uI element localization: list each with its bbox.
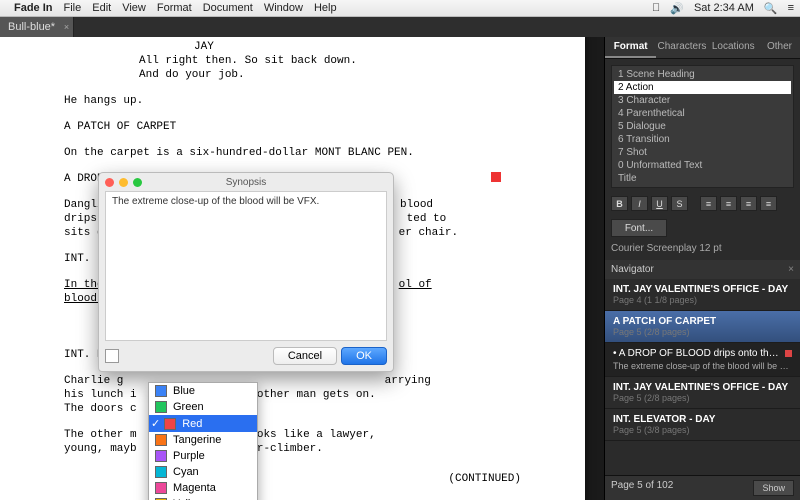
color-picker-menu: Blue Green ✓Red Tangerine Purple Cyan Ma… <box>148 382 258 500</box>
continued-marker: (CONTINUED) <box>64 472 521 486</box>
editor-area: JAY All right then. So sit back down. An… <box>0 37 604 500</box>
menu-format[interactable]: Format <box>157 2 192 14</box>
navigator-list: INT. JAY VALENTINE'S OFFICE - DAY Page 4… <box>605 279 800 475</box>
character-name: JAY <box>194 40 521 54</box>
underline-button[interactable]: U <box>651 196 668 211</box>
style-title[interactable]: Title <box>614 172 791 185</box>
audio-icon[interactable]: 🔊 <box>670 2 684 15</box>
note-marker-icon[interactable] <box>491 172 501 182</box>
tab-characters[interactable]: Characters <box>656 37 707 58</box>
document-tab-label: Bull-blue* <box>8 21 55 33</box>
style-shot[interactable]: 7 Shot <box>614 146 791 159</box>
tab-other[interactable]: Other <box>759 37 800 58</box>
zoom-window-icon[interactable] <box>133 178 142 187</box>
color-option-blue[interactable]: Blue <box>149 383 257 399</box>
style-transition[interactable]: 6 Transition <box>614 133 791 146</box>
document-tab-bar: Bull-blue* × <box>0 17 800 37</box>
synopsis-dialog: Synopsis The extreme close-up of the blo… <box>98 172 394 372</box>
color-option-red[interactable]: ✓Red <box>149 415 257 432</box>
show-button[interactable]: Show <box>753 480 794 496</box>
inspector-column: Format Characters Locations Other 1 Scen… <box>604 37 800 500</box>
action-fragment: ted to <box>407 213 447 225</box>
italic-button[interactable]: I <box>631 196 648 211</box>
menu-extras-icon[interactable]: ≡ <box>788 2 794 14</box>
action-fragment: er chair. <box>399 227 458 239</box>
align-left-button[interactable]: ≡ <box>700 196 717 211</box>
ok-button[interactable]: OK <box>341 347 387 365</box>
element-style-list: 1 Scene Heading 2 Action 3 Character 4 P… <box>611 65 794 188</box>
tab-format[interactable]: Format <box>605 37 656 58</box>
tab-locations[interactable]: Locations <box>708 37 759 58</box>
synopsis-text-input[interactable]: The extreme close-up of the blood will b… <box>105 191 387 341</box>
navigator-item[interactable]: INT. ELEVATOR - DAY Page 5 (3/8 pages) <box>605 409 800 441</box>
style-dialogue[interactable]: 5 Dialogue <box>614 120 791 133</box>
menu-edit[interactable]: Edit <box>92 2 111 14</box>
close-tab-icon[interactable]: × <box>64 22 69 32</box>
navigator-title: Navigator <box>611 264 654 275</box>
align-center-button[interactable]: ≡ <box>720 196 737 211</box>
menu-view[interactable]: View <box>122 2 146 14</box>
action-fragment: blood <box>400 199 433 211</box>
menu-window[interactable]: Window <box>264 2 303 14</box>
style-unformatted[interactable]: 0 Unformatted Text <box>614 159 791 172</box>
strike-button[interactable]: S <box>671 196 688 211</box>
action-fragment: The other m <box>64 429 137 441</box>
align-right-button[interactable]: ≡ <box>740 196 757 211</box>
color-swatch-button[interactable] <box>105 349 119 363</box>
spotlight-icon[interactable]: 🔍 <box>764 2 778 15</box>
align-justify-button[interactable]: ≡ <box>760 196 777 211</box>
dialogue-line: All right then. So sit back down. <box>139 54 419 68</box>
page-counter: Page 5 of 102 <box>611 480 673 496</box>
cancel-button[interactable]: Cancel <box>273 347 337 365</box>
navigator-item[interactable]: INT. JAY VALENTINE'S OFFICE - DAY Page 4… <box>605 279 800 311</box>
app-name[interactable]: Fade In <box>14 2 53 14</box>
menu-file[interactable]: File <box>64 2 82 14</box>
action-fragment: young, mayb <box>64 443 137 455</box>
menu-help[interactable]: Help <box>314 2 337 14</box>
bold-button[interactable]: B <box>611 196 628 211</box>
action-fragment: ol of <box>399 279 432 291</box>
font-info-label: Courier Screenplay 12 pt <box>611 243 794 254</box>
document-tab[interactable]: Bull-blue* × <box>0 17 74 37</box>
close-window-icon[interactable] <box>105 178 114 187</box>
action-fragment: Charlie g <box>64 375 123 387</box>
action-fragment: The doors c <box>64 402 521 416</box>
style-scene-heading[interactable]: 1 Scene Heading <box>614 68 791 81</box>
clock[interactable]: Sat 2:34 AM <box>694 2 754 14</box>
style-parenthetical[interactable]: 4 Parenthetical <box>614 107 791 120</box>
navigator-item[interactable]: A PATCH OF CARPET Page 5 (2/8 pages) <box>605 311 800 343</box>
menubar: Fade In File Edit View Format Document W… <box>0 0 800 17</box>
inspector-tabs: Format Characters Locations Other <box>605 37 800 59</box>
wifi-icon[interactable]: 􀙇 <box>652 2 660 14</box>
style-action[interactable]: 2 Action <box>614 81 791 94</box>
navigator-item[interactable]: • A DROP OF BLOOD drips onto the Mont...… <box>605 343 800 377</box>
action-line: He hangs up. <box>64 94 521 108</box>
action-fragment: his lunch i <box>64 389 137 401</box>
dialog-titlebar[interactable]: Synopsis <box>99 173 393 191</box>
minimize-window-icon[interactable] <box>119 178 128 187</box>
note-dot-icon <box>785 350 792 357</box>
navigator-item[interactable]: INT. JAY VALENTINE'S OFFICE - DAY Page 5… <box>605 377 800 409</box>
color-option-tangerine[interactable]: Tangerine <box>149 432 257 448</box>
color-option-cyan[interactable]: Cyan <box>149 464 257 480</box>
color-option-purple[interactable]: Purple <box>149 448 257 464</box>
color-option-yellow[interactable]: Yellow <box>149 496 257 500</box>
action-line: A PATCH OF CARPET <box>64 120 521 134</box>
font-button[interactable]: Font... <box>611 219 667 237</box>
color-option-magenta[interactable]: Magenta <box>149 480 257 496</box>
action-fragment: arrying <box>385 375 431 387</box>
close-navigator-icon[interactable]: × <box>788 264 794 275</box>
dialog-title: Synopsis <box>226 177 267 188</box>
style-character[interactable]: 3 Character <box>614 94 791 107</box>
menu-document[interactable]: Document <box>203 2 253 14</box>
dialogue-line: And do your job. <box>139 68 419 82</box>
color-option-green[interactable]: Green <box>149 399 257 415</box>
action-line: On the carpet is a six-hundred-dollar MO… <box>64 146 521 160</box>
